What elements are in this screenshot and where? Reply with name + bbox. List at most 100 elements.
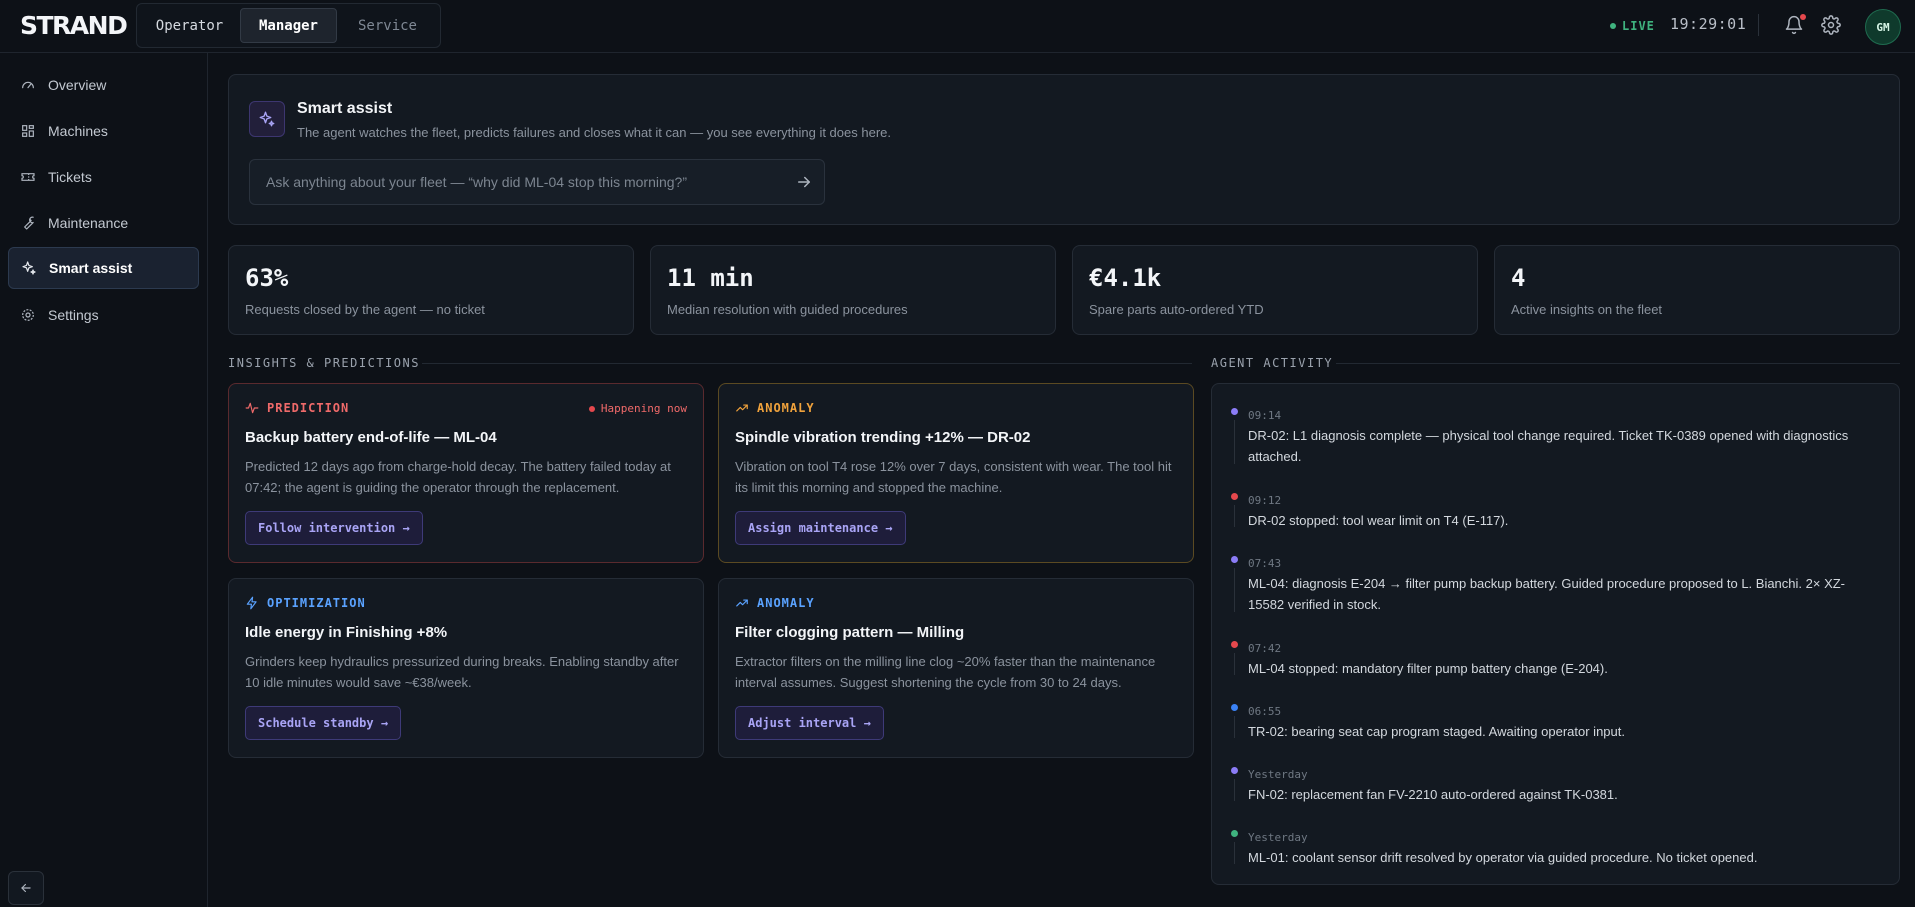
stat-card: 63% Requests closed by the agent — no ti…: [228, 245, 634, 335]
assist-badge: [249, 101, 285, 137]
insight-title: Filter clogging pattern — Milling: [735, 624, 965, 641]
gauge-icon: [22, 81, 34, 89]
timeline-line: [1234, 653, 1235, 675]
trend-up-icon: [736, 599, 748, 607]
timeline-dot: [1231, 767, 1238, 774]
stat-label: Active insights on the fleet: [1511, 302, 1663, 317]
status-badge-label: Happening now: [600, 402, 687, 415]
divider: [1758, 14, 1759, 36]
sidebar-item-overview[interactable]: Overview: [8, 64, 199, 106]
activity-text: ML-01: coolant sensor drift resolved by …: [1248, 850, 1758, 865]
sidebar-item-label: Smart assist: [49, 260, 133, 276]
insight-title: Idle energy in Finishing +8%: [245, 624, 448, 641]
tab-operator[interactable]: Operator: [141, 8, 238, 43]
stat-label: Spare parts auto-ordered YTD: [1089, 302, 1264, 317]
adjust-interval-button[interactable]: Adjust interval →: [735, 706, 884, 740]
alert-dot-icon: [588, 405, 595, 412]
divider: [1336, 363, 1900, 364]
collapse-sidebar-button[interactable]: [8, 871, 44, 905]
timeline-line: [1234, 420, 1235, 464]
activity-time: 09:12: [1248, 494, 1282, 507]
sparkles-icon: [259, 111, 275, 127]
insight-description: Grinders keep hydraulics pressurized dur…: [245, 654, 679, 690]
timeline-dot: [1231, 704, 1238, 711]
sidebar-item-label: Maintenance: [48, 215, 129, 231]
bolt-icon: [246, 596, 257, 610]
timeline-dot: [1231, 556, 1238, 563]
sidebar-item-machines[interactable]: Machines: [8, 110, 199, 152]
stat-card: 11 min Median resolution with guided pro…: [650, 245, 1056, 335]
insight-type: ANOMALY: [735, 596, 815, 610]
insight-description: Predicted 12 days ago from charge-hold d…: [245, 459, 671, 495]
activity-text: ML-04: diagnosis E-204 → filter pump bac…: [1248, 576, 1846, 612]
activity-text: DR-02 stopped: tool wear limit on T4 (E-…: [1248, 513, 1509, 528]
gear-icon[interactable]: [1821, 15, 1841, 35]
notification-dot: [1800, 14, 1806, 20]
insight-card-prediction: PREDICTION Happening now Backup battery …: [228, 383, 704, 563]
avatar[interactable]: GM: [1865, 9, 1901, 45]
activity-section-title: AGENT ACTIVITY: [1211, 356, 1334, 370]
gear-icon: [22, 309, 34, 321]
activity-time: Yesterday: [1248, 768, 1308, 781]
activity-text: DR-02: L1 diagnosis complete — physical …: [1248, 428, 1849, 464]
sidebar-item-label: Overview: [48, 77, 107, 93]
sidebar-item-label: Settings: [48, 307, 99, 323]
insight-type-label: ANOMALY: [757, 596, 815, 610]
page-title: Smart assist: [297, 100, 393, 117]
stat-card: 4 Active insights on the fleet: [1494, 245, 1900, 335]
grid-icon: [22, 125, 34, 137]
send-arrow-icon[interactable]: [795, 173, 813, 191]
ticket-icon: [21, 173, 35, 181]
stat-label: Median resolution with guided procedures: [667, 302, 908, 317]
timeline-line: [1234, 568, 1235, 612]
follow-intervention-button[interactable]: Follow intervention →: [245, 511, 423, 545]
status-badge: Happening now: [588, 402, 687, 415]
top-bar: STRAND Operator Manager Service LIVE 19:…: [0, 0, 1915, 53]
timeline-line: [1234, 842, 1235, 864]
clock: 19:29:01: [1670, 15, 1747, 33]
insight-type-label: PREDICTION: [267, 401, 350, 415]
assign-maintenance-button[interactable]: Assign maintenance →: [735, 511, 906, 545]
sidebar-item-maintenance[interactable]: Maintenance: [8, 202, 199, 244]
live-indicator: LIVE: [1610, 17, 1655, 35]
insight-card-anomaly: ANOMALY Spindle vibration trending +12% …: [718, 383, 1194, 563]
timeline-dot: [1231, 641, 1238, 648]
activity-text: ML-04 stopped: mandatory filter pump bat…: [1248, 661, 1608, 676]
sidebar-item-label: Tickets: [48, 169, 92, 185]
insight-title: Backup battery end-of-life — ML-04: [245, 429, 497, 446]
tab-service[interactable]: Service: [339, 8, 436, 43]
arrow-left-icon: [21, 883, 31, 893]
sidebar-item-settings[interactable]: Settings: [8, 294, 199, 336]
activity-text: FN-02: replacement fan FV-2210 auto-orde…: [1248, 787, 1618, 802]
stat-value: 4: [1511, 264, 1526, 292]
activity-time: Yesterday: [1248, 831, 1308, 844]
insight-type: ANOMALY: [735, 401, 815, 415]
timeline-line: [1234, 779, 1235, 801]
sidebar-item-smart-assist[interactable]: Smart assist: [8, 247, 199, 289]
sidebar-item-label: Machines: [48, 123, 108, 139]
insight-type-label: ANOMALY: [757, 401, 815, 415]
stat-card: €4.1k Spare parts auto-ordered YTD: [1072, 245, 1478, 335]
smart-assist-panel: Smart assist The agent watches the fleet…: [228, 74, 1900, 225]
sparkles-icon: [22, 261, 36, 275]
live-dot-icon: [1610, 23, 1616, 29]
stat-label: Requests closed by the agent — no ticket: [245, 302, 485, 317]
activity-time: 07:42: [1248, 642, 1282, 655]
activity-time: 06:55: [1248, 705, 1282, 718]
tab-manager[interactable]: Manager: [240, 8, 337, 43]
timeline-dot: [1231, 493, 1238, 500]
pulse-icon: [245, 402, 259, 414]
app-logo[interactable]: STRAND: [20, 12, 128, 40]
ask-input[interactable]: [249, 159, 825, 205]
stat-value: 11 min: [667, 264, 754, 292]
sidebar-item-tickets[interactable]: Tickets: [8, 156, 199, 198]
sidebar: Overview Machines Tickets Maintenance Sm…: [0, 53, 208, 907]
insight-card-optimization: OPTIMIZATION Idle energy in Finishing +8…: [228, 578, 704, 758]
role-switcher: Operator Manager Service: [136, 3, 441, 48]
activity-time: 07:43: [1248, 557, 1282, 570]
insight-title: Spindle vibration trending +12% — DR-02: [735, 429, 1031, 446]
timeline-line: [1234, 505, 1235, 527]
timeline-line: [1234, 716, 1235, 738]
page-subtitle: The agent watches the fleet, predicts fa…: [297, 125, 891, 140]
schedule-standby-button[interactable]: Schedule standby →: [245, 706, 402, 740]
